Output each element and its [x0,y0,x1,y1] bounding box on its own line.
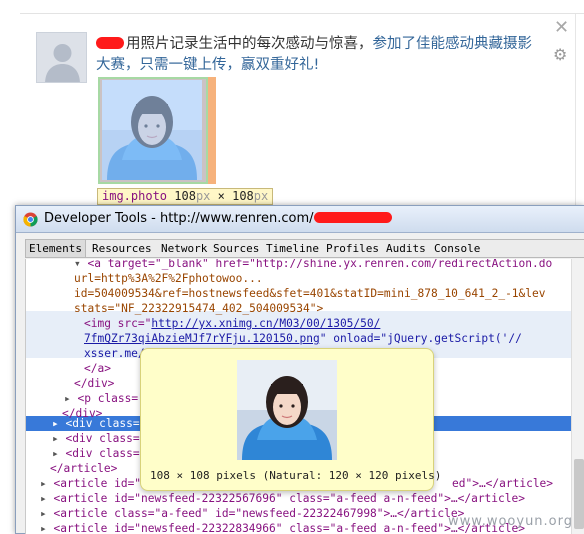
watermark: www.wooyun.org [448,514,574,529]
tooltip-unit: px [195,189,211,203]
tab-elements[interactable]: Elements [25,240,86,257]
tooltip-width: 108 [174,189,196,203]
dom-line: 7fmQZr73qiAbzieMJf7rYFju.120150.png" onl… [84,331,522,346]
code-text: stats="NF_22322915474_402_504009534"> [74,302,324,315]
code-text: id=504009534&ref=hostnewsfeed&sfet=401&s… [74,287,546,300]
scrollbar-thumb[interactable] [574,459,584,529]
redacted-username [96,37,124,49]
post-text-plain: 用照片记录生活中的每次感动与惊喜， [126,36,373,52]
dom-line[interactable]: ▸ <div class=" [52,431,146,446]
dom-line: stats="NF_22322915474_402_504009534"> [74,301,323,316]
tab-timeline[interactable]: Timeline [263,240,322,257]
post-text: 用照片记录生活中的每次感动与惊喜，参加了佳能感动典藏摄影大赛，只需一键上传，赢双… [96,34,544,76]
dom-line[interactable]: ▸ <article class="a-feed" id="newsfeed-2… [40,506,464,521]
tab-console[interactable]: Console [431,240,483,257]
dom-line[interactable]: ▸ <p class=" [64,391,145,406]
devtools-title: Developer Tools - http://www.renren.com/ [44,211,392,226]
dom-line: url=http%3A%2F%2Fphotowoo... [74,271,263,286]
code-text: <article class="a-feed" id="newsfeed-223… [53,507,465,520]
code-text: <a target="_blank" href="http://shine.yx… [87,259,553,270]
code-text: <img src=" [84,317,152,330]
code-text: </div> [74,377,115,390]
inspect-highlight-overlay [98,77,208,184]
gear-icon[interactable]: ⚙ [553,45,567,64]
close-icon[interactable]: ✕ [554,17,569,38]
preview-image [237,360,337,460]
img-src-link[interactable]: http://yx.xnimg.cn/M03/00/1305/50/ [151,317,380,330]
default-avatar-icon [37,33,86,82]
tooltip-tag-name: img.photo [102,189,168,203]
img-src-link[interactable]: 7fmQZr73qiAbzieMJf7rYFju.120150.png [84,332,320,345]
dom-line-selected[interactable]: ▸ <div class=" [52,416,146,431]
tab-profiles[interactable]: Profiles [323,240,382,257]
devtools-titlebar[interactable]: Developer Tools - http://www.renren.com/ [16,206,584,233]
devtools-title-text: Developer Tools - http://www.renren.com/ [44,211,314,226]
divider [575,14,576,214]
inspect-size-tooltip: img.photo 108px × 108px [97,188,274,205]
tab-audits[interactable]: Audits [383,240,429,257]
chrome-icon [23,212,38,227]
tooltip-times: × [217,189,225,203]
devtools-tabbar: Elements Resources Network Sources Timel… [25,239,584,258]
code-text: <div class=" [65,417,147,430]
dom-line[interactable]: </a> [84,361,111,376]
code-text: <div class=" [65,432,147,445]
tab-resources[interactable]: Resources [89,240,155,257]
divider [20,13,584,14]
code-text: " onload="jQuery.getScript('// [319,332,522,345]
redacted-user-id [313,212,392,223]
dom-line[interactable]: </article> [50,461,117,476]
dom-line[interactable]: ▸ <article id="newsfeed-22322567696" cla… [40,491,525,506]
avatar[interactable] [36,32,87,83]
dom-line[interactable]: ▾ <a target="_blank" href="http://shine.… [74,259,552,271]
code-text: url=http%3A%2F%2Fphotowoo... [74,272,263,285]
dom-line[interactable]: ▸ <article id=" [40,476,141,491]
portrait-image-icon [237,360,337,460]
tab-sources[interactable]: Sources [210,240,262,257]
tooltip-height: 108 [232,189,254,203]
dom-line[interactable]: <img src="http://yx.xnimg.cn/M03/00/1305… [84,316,380,331]
elements-scrollbar[interactable] [571,259,584,534]
code-text: <article id=" [53,477,142,490]
code-text: <article id="newsfeed-22322567696" class… [53,492,525,505]
preview-caption: 108 × 108 pixels (Natural: 120 × 120 pix… [150,469,442,482]
tab-network[interactable]: Network [158,240,210,257]
code-text: <p class=" [77,392,145,405]
image-preview-popover: 108 × 108 pixels (Natural: 120 × 120 pix… [140,348,441,491]
dom-line: ed">…</article> [452,476,553,491]
feed-post: 用照片记录生活中的每次感动与惊喜，参加了佳能感动典藏摄影大赛，只需一键上传，赢双… [0,0,584,215]
dom-line[interactable]: ▸ <div class=" [52,446,146,461]
code-text: </article> [50,462,118,475]
code-text: <div class=" [65,447,147,460]
dom-line: id=504009534&ref=hostnewsfeed&sfet=401&s… [74,286,545,301]
tooltip-unit: px [253,189,269,203]
code-text: </a> [84,362,111,375]
dom-line[interactable]: </div> [74,376,114,391]
code-text: ed">…</article> [452,477,554,490]
